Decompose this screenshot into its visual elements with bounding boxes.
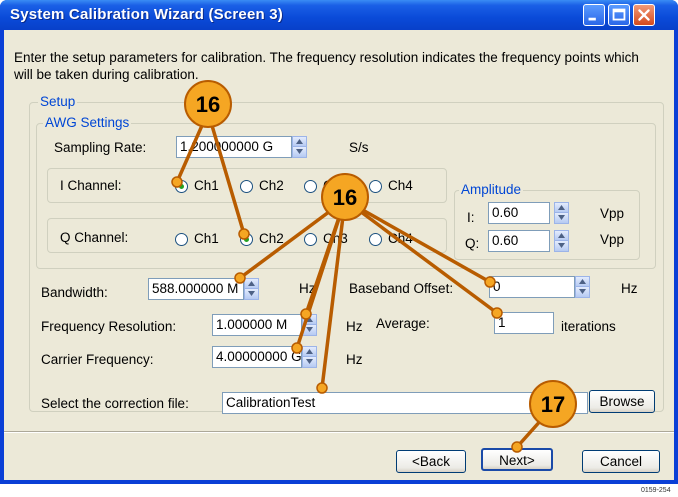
spin-down-icon <box>306 327 313 332</box>
i-channel-ch4-radio[interactable] <box>369 180 382 193</box>
sampling-rate-label: Sampling Rate: <box>54 140 147 155</box>
amplitude-i-spinner[interactable] <box>554 202 569 224</box>
q-channel-ch1-radio[interactable] <box>175 233 188 246</box>
maximize-icon <box>612 8 626 21</box>
setup-legend: Setup <box>38 94 78 109</box>
i-channel-ch1-radio[interactable] <box>175 180 188 193</box>
back-button[interactable]: <Back <box>396 450 466 473</box>
minimize-button[interactable] <box>583 4 605 26</box>
amplitude-q-spinner[interactable] <box>554 230 569 252</box>
bandwidth-input[interactable]: 588.000000 M <box>148 278 244 300</box>
spin-down-icon <box>558 215 565 220</box>
i-channel-ch2-label[interactable]: Ch2 <box>259 178 284 193</box>
q-channel-ch4-radio[interactable] <box>369 233 382 246</box>
q-channel-ch3-label[interactable]: Ch3 <box>323 231 348 246</box>
baseband-offset-unit: Hz <box>621 281 638 296</box>
bandwidth-spinner[interactable] <box>244 278 259 300</box>
spin-up-icon <box>296 139 303 144</box>
spin-down-icon <box>579 289 586 294</box>
amplitude-q-label: Q: <box>465 236 480 251</box>
frequency-resolution-spinner[interactable] <box>302 314 317 336</box>
browse-button[interactable]: Browse <box>589 390 655 413</box>
spin-down-icon <box>248 291 255 296</box>
dialog-body: Enter the setup parameters for calibrati… <box>4 30 674 480</box>
bandwidth-label: Bandwidth: <box>41 285 108 300</box>
bandwidth-unit: Hz <box>299 281 316 296</box>
window-title: System Calibration Wizard (Screen 3) <box>10 6 283 23</box>
spin-up-icon <box>579 279 586 284</box>
spin-down-icon <box>558 243 565 248</box>
baseband-offset-label: Baseband Offset: <box>349 281 454 296</box>
close-icon <box>638 9 650 21</box>
average-unit: iterations <box>561 319 616 334</box>
spin-up-icon <box>306 317 313 322</box>
title-bar[interactable]: System Calibration Wizard (Screen 3) <box>0 0 678 30</box>
amplitude-i-input[interactable]: 0.60 <box>488 202 550 224</box>
baseband-offset-input[interactable]: 0 <box>489 276 575 298</box>
i-channel-ch3-label[interactable]: Ch3 <box>323 178 348 193</box>
q-channel-ch2-radio[interactable] <box>240 233 253 246</box>
i-channel-ch3-radio[interactable] <box>304 180 317 193</box>
q-channel-ch4-label[interactable]: Ch4 <box>388 231 413 246</box>
amplitude-q-unit: Vpp <box>600 232 625 247</box>
correction-file-label: Select the correction file: <box>41 396 189 411</box>
amplitude-q-input[interactable]: 0.60 <box>488 230 550 252</box>
spin-down-icon <box>296 149 303 154</box>
average-label: Average: <box>376 316 430 331</box>
sampling-rate-unit: S/s <box>349 140 369 155</box>
frequency-resolution-input[interactable]: 1.000000 M <box>212 314 302 336</box>
cancel-button[interactable]: Cancel <box>582 450 660 473</box>
amplitude-i-label: I: <box>467 210 475 225</box>
spin-down-icon <box>306 359 313 364</box>
q-channel-ch2-label[interactable]: Ch2 <box>259 231 284 246</box>
i-channel-ch4-label[interactable]: Ch4 <box>388 178 413 193</box>
amplitude-i-unit: Vpp <box>600 206 625 221</box>
maximize-button[interactable] <box>608 4 630 26</box>
i-channel-ch1-label[interactable]: Ch1 <box>194 178 219 193</box>
figure-id: 0159-254 <box>641 487 671 494</box>
sampling-rate-input[interactable]: 1.200000000 G <box>176 136 292 158</box>
close-button[interactable] <box>633 4 655 26</box>
spin-up-icon <box>248 281 255 286</box>
awg-settings-legend: AWG Settings <box>43 115 132 130</box>
carrier-frequency-label: Carrier Frequency: <box>41 352 154 367</box>
frequency-resolution-unit: Hz <box>346 319 363 334</box>
sampling-rate-spinner[interactable] <box>292 136 307 158</box>
amplitude-legend: Amplitude <box>459 182 524 197</box>
q-channel-ch3-radio[interactable] <box>304 233 317 246</box>
spin-up-icon <box>558 233 565 238</box>
i-channel-label: I Channel: <box>60 178 122 193</box>
q-channel-label: Q Channel: <box>60 230 129 245</box>
average-input[interactable]: 1 <box>494 312 554 334</box>
i-channel-ch2-radio[interactable] <box>240 180 253 193</box>
baseband-offset-spinner[interactable] <box>575 276 590 298</box>
minimize-icon <box>588 17 596 21</box>
carrier-frequency-unit: Hz <box>346 352 363 367</box>
footer-separator <box>4 431 674 433</box>
frequency-resolution-label: Frequency Resolution: <box>41 319 177 334</box>
next-button[interactable]: Next> <box>481 448 553 471</box>
carrier-frequency-spinner[interactable] <box>302 346 317 368</box>
spin-up-icon <box>306 349 313 354</box>
carrier-frequency-input[interactable]: 4.00000000 G <box>212 346 302 368</box>
wizard-window: System Calibration Wizard (Screen 3) Ent… <box>0 0 678 484</box>
q-channel-ch1-label[interactable]: Ch1 <box>194 231 219 246</box>
correction-file-input[interactable]: CalibrationTest <box>222 392 588 414</box>
back-button-label: <Back <box>412 454 450 469</box>
spin-up-icon <box>558 205 565 210</box>
intro-text: Enter the setup parameters for calibrati… <box>14 50 639 82</box>
